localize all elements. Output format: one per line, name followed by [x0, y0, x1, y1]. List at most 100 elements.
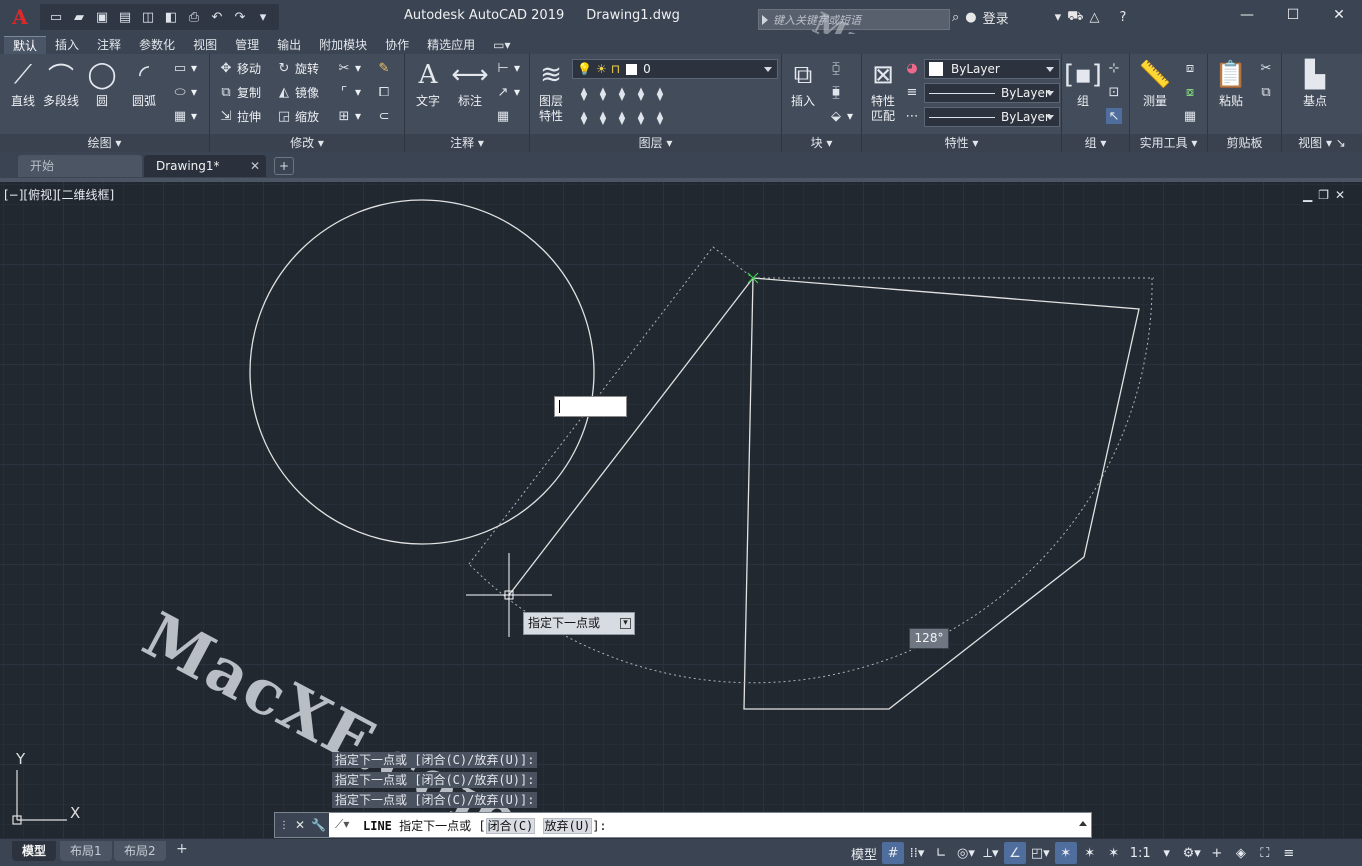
annotation-scale-value[interactable]: 1:1	[1127, 842, 1154, 864]
ortho-toggle-icon[interactable]: ∟	[930, 842, 952, 864]
measure-button[interactable]: 📏 测量	[1134, 58, 1176, 109]
move-button[interactable]: ✥ 移动	[218, 58, 261, 78]
tab-manage[interactable]: 管理	[226, 36, 268, 54]
binoculars-icon[interactable]: ⌕	[952, 10, 959, 25]
group-edit-button[interactable]: ⊡	[1106, 82, 1122, 102]
match-properties-button[interactable]: ⊠ 特性 匹配	[862, 58, 904, 124]
copy-button[interactable]: ⧉ 复制	[218, 82, 261, 102]
annotation-panel-title[interactable]: 注释 ▾	[405, 134, 529, 152]
arc-button[interactable]: ◜ 圆弧	[123, 58, 165, 109]
group-select-button[interactable]: ↖	[1106, 106, 1122, 126]
explode-button[interactable]: ⧠	[376, 82, 392, 102]
tab-home[interactable]: 默认	[4, 36, 47, 54]
insert-block-button[interactable]: ⧉ 插入	[782, 58, 824, 109]
undo-icon[interactable]: ↶	[207, 7, 227, 27]
hatch-button[interactable]: ▦ ▾	[172, 106, 197, 126]
rectangle-button[interactable]: ▭ ▾	[172, 58, 197, 78]
user-icon[interactable]: ●	[965, 10, 976, 25]
object-snap-icon[interactable]: ◰▾	[1028, 842, 1053, 864]
grid-toggle-icon[interactable]: #	[882, 842, 905, 864]
undo-option[interactable]: 放弃(U)	[542, 817, 593, 834]
line-button[interactable]: ⟋ 直线	[2, 58, 44, 109]
draw-panel-title[interactable]: 绘图 ▾	[0, 134, 209, 152]
linetype-dropdown[interactable]: ByLayer	[924, 107, 1060, 127]
snap-toggle-icon[interactable]: ⁞⁞▾	[906, 842, 928, 864]
a360-icon[interactable]: △	[1090, 10, 1100, 25]
app-menu-button[interactable]: A	[0, 0, 40, 34]
scale-dropdown-icon[interactable]: ▾	[1156, 842, 1178, 864]
groups-panel-title[interactable]: 组 ▾	[1062, 134, 1129, 152]
offset-button[interactable]: ⊂	[376, 106, 392, 126]
color-wheel-button[interactable]: ◕	[904, 58, 920, 78]
layers-panel-title[interactable]: 图层 ▾	[530, 134, 781, 152]
command-pen-icon[interactable]: ⟋▾	[335, 817, 349, 832]
tab-addins[interactable]: 附加模块	[310, 36, 376, 54]
group-button[interactable]: [▪] 组	[1062, 58, 1104, 109]
drawing-canvas[interactable]: [−][俯视][二维线框] ▁ ❐ ✕ Y X	[0, 182, 1362, 838]
isometric-toggle-icon[interactable]: ⟂▾	[980, 842, 1002, 864]
dynamic-input-field[interactable]	[554, 396, 627, 417]
save-icon[interactable]: ▣	[92, 7, 112, 27]
leader-button[interactable]: ↗ ▾	[495, 82, 520, 102]
login-dropdown-icon[interactable]: ▾	[1055, 10, 1062, 25]
close-icon[interactable]: ✕	[1316, 0, 1362, 30]
tab-start[interactable]: 开始	[18, 155, 142, 177]
edit-block-button[interactable]: ⧯	[828, 82, 844, 102]
tab-view[interactable]: 视图	[184, 36, 226, 54]
modify-panel-title[interactable]: 修改 ▾	[210, 134, 404, 152]
rotate-button[interactable]: ↻ 旋转	[276, 58, 319, 78]
close-tab-icon[interactable]: ✕	[250, 155, 260, 177]
new-file-icon[interactable]: ▭	[46, 7, 66, 27]
fillet-button[interactable]: ⌜ ▾	[336, 82, 361, 102]
customize-status-icon[interactable]: ≡	[1278, 842, 1300, 864]
layer-dropdown[interactable]: 💡 ☀ ⊓ 0	[572, 59, 778, 79]
minimize-icon[interactable]: —	[1224, 0, 1270, 30]
tab-featured-apps[interactable]: 精选应用	[418, 36, 484, 54]
save-as-icon[interactable]: ▤	[115, 7, 135, 27]
view-panel-title[interactable]: 视图 ▾ ↘	[1282, 134, 1362, 152]
tab-drawing1[interactable]: Drawing1* ✕	[144, 155, 266, 177]
layer-tools-row2[interactable]: ⧫ ⧫ ⧫ ⧫ ⧫	[576, 108, 668, 128]
viewport-close-icon[interactable]: ✕	[1335, 188, 1345, 202]
plot-icon[interactable]: ⎙	[184, 7, 204, 27]
add-layout-button[interactable]: +	[176, 841, 188, 857]
layout-tab-model[interactable]: 模型	[12, 841, 57, 861]
select-all-button[interactable]: ⧇	[1182, 82, 1198, 102]
polar-toggle-icon[interactable]: ◎▾	[954, 842, 978, 864]
clipboard-panel-title[interactable]: 剪贴板	[1208, 134, 1281, 152]
tab-output[interactable]: 输出	[268, 36, 310, 54]
circle-button[interactable]: ◯ 圆	[81, 58, 123, 109]
scale-button[interactable]: ◲ 缩放	[276, 106, 319, 126]
properties-panel-title[interactable]: 特性 ▾	[862, 134, 1061, 152]
linear-dim-button[interactable]: ⊢ ▾	[495, 58, 520, 78]
command-customize-icon[interactable]: 🔧	[311, 818, 326, 832]
tab-insert[interactable]: 插入	[46, 36, 88, 54]
fullscreen-icon[interactable]: ⛶	[1254, 842, 1276, 864]
polyline-entity[interactable]	[508, 277, 1140, 710]
trim-button[interactable]: ✂ ▾	[336, 58, 361, 78]
model-space-button[interactable]: 模型	[848, 842, 880, 864]
viewport-restore-icon[interactable]: ❐	[1318, 188, 1329, 202]
login-button[interactable]: 登录	[983, 8, 1009, 27]
new-tab-button[interactable]: +	[274, 157, 294, 175]
tooltip-expand-icon[interactable]: ▾	[620, 618, 631, 629]
open-file-icon[interactable]: ▰	[69, 7, 89, 27]
mirror-button[interactable]: ◭ 镜像	[276, 82, 319, 102]
command-close-icon[interactable]: ✕	[295, 818, 305, 832]
polyline-button[interactable]: ⌒ 多段线	[40, 58, 82, 109]
linetype-button[interactable]: ⋯	[904, 106, 920, 126]
qat-dropdown-icon[interactable]: ▾	[253, 7, 273, 27]
ungroup-button[interactable]: ⊹	[1106, 58, 1122, 78]
dimension-button[interactable]: ⟷ 标注	[449, 58, 491, 109]
quick-select-button[interactable]: ⧈	[1182, 58, 1198, 78]
import-icon[interactable]: ◫	[138, 7, 158, 27]
tab-parametric[interactable]: 参数化	[130, 36, 184, 54]
annotation-visibility-icon[interactable]: ✶	[1054, 842, 1077, 864]
close-option[interactable]: 闭合(C)	[485, 817, 536, 834]
layout-tab-layout2[interactable]: 布局2	[114, 841, 166, 861]
annotation-monitor-icon[interactable]: +	[1206, 842, 1228, 864]
layer-tools-row1[interactable]: ⧫ ⧫ ⧫ ⧫ ⧫	[576, 84, 668, 104]
export-icon[interactable]: ◧	[161, 7, 181, 27]
tab-collaborate[interactable]: 协作	[376, 36, 418, 54]
viewport-controls-label[interactable]: [−][俯视][二维线框]	[4, 186, 114, 203]
